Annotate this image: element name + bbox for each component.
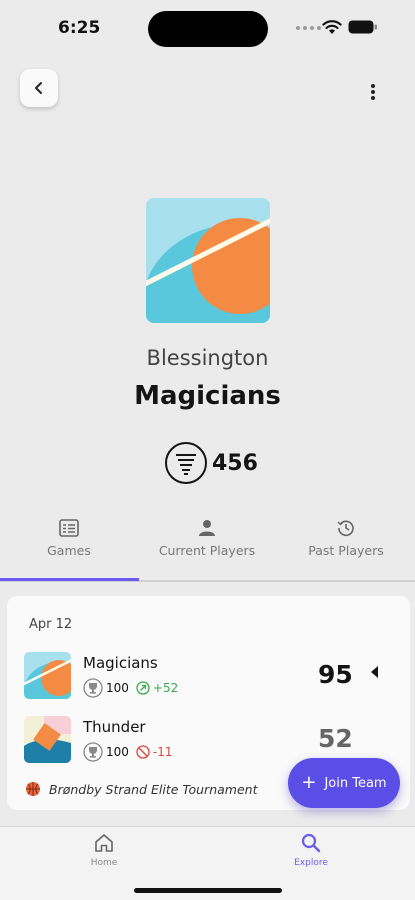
- tab-current-players[interactable]: Current Players: [138, 510, 276, 580]
- more-options-button[interactable]: [358, 79, 388, 105]
- game-date: Apr 12: [29, 617, 73, 632]
- list-icon: [59, 519, 79, 537]
- team-stats-away: 100 -11: [83, 742, 173, 762]
- person-icon: [199, 520, 215, 536]
- home-icon: [95, 834, 113, 852]
- team-rating: 456: [164, 441, 258, 485]
- team-logo-magicians: [24, 652, 71, 699]
- battery-icon: [348, 20, 377, 34]
- camera-notch: [148, 11, 268, 47]
- team-stats-home: 100 +52: [83, 678, 178, 698]
- team-name: Magicians: [134, 381, 281, 411]
- team-rating-value: 456: [212, 450, 258, 476]
- team-city: Blessington: [146, 346, 269, 370]
- rating-delta-home: +52: [152, 681, 179, 695]
- tab-bar: Games Current Players Past Players: [0, 510, 415, 582]
- tournament-name: Brøndby Strand Elite Tournament: [49, 781, 258, 797]
- trophy-icon: [83, 742, 103, 762]
- back-button[interactable]: [20, 69, 58, 107]
- basketball-icon: [26, 782, 40, 796]
- status-time: 6:25: [58, 18, 101, 38]
- wifi-icon: [322, 20, 342, 34]
- tornado-rating-icon: [165, 442, 207, 484]
- team-logo-thunder: [24, 716, 71, 763]
- home-indicator: [134, 888, 282, 893]
- team-name-away: Thunder: [83, 718, 146, 736]
- no-entry-icon: [136, 745, 150, 759]
- nav-explore[interactable]: Explore: [271, 833, 351, 868]
- tab-past-players[interactable]: Past Players: [277, 510, 415, 580]
- bottom-nav: Home Explore: [0, 826, 415, 900]
- chevron-left-icon: [35, 82, 42, 94]
- active-tab-indicator: [0, 578, 139, 581]
- trophy-icon: [83, 678, 103, 698]
- nav-explore-label: Explore: [294, 858, 328, 868]
- status-bar: 6:25: [0, 0, 415, 56]
- rating-delta-away: -11: [152, 745, 173, 759]
- join-team-button[interactable]: + Join Team: [288, 758, 400, 808]
- tab-current-players-label: Current Players: [158, 543, 256, 558]
- trend-up-icon: [136, 681, 150, 695]
- signal-icon: [296, 26, 321, 30]
- nav-home[interactable]: Home: [64, 833, 144, 868]
- team-rating-home: 100: [106, 681, 129, 695]
- search-icon: [301, 833, 321, 853]
- score-away: 52: [318, 724, 353, 753]
- nav-home-label: Home: [90, 858, 118, 868]
- tab-games-label: Games: [47, 543, 91, 558]
- team-row-home[interactable]: Magicians 100 +52 95: [24, 652, 404, 700]
- tournament-info: Brøndby Strand Elite Tournament: [25, 779, 257, 799]
- tab-past-players-label: Past Players: [308, 543, 384, 558]
- team-name-home: Magicians: [83, 654, 158, 672]
- team-row-away[interactable]: Thunder 100 -11 52: [24, 716, 404, 764]
- score-home: 95: [318, 660, 353, 689]
- more-vertical-icon: [371, 84, 375, 100]
- join-team-label: Join Team: [324, 775, 387, 791]
- tab-games[interactable]: Games: [0, 510, 138, 580]
- team-rating-away: 100: [106, 745, 129, 759]
- history-icon: [337, 520, 354, 537]
- team-logo: [146, 198, 270, 323]
- winner-indicator-icon: [371, 666, 378, 678]
- plus-icon: +: [301, 772, 317, 793]
